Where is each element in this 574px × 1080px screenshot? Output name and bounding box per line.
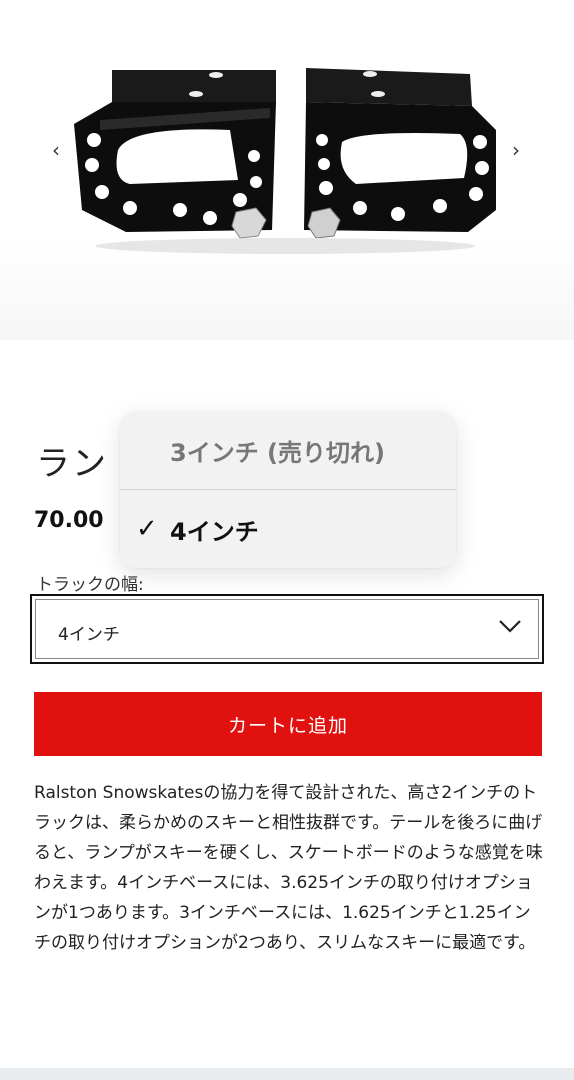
right-bracket-image	[304, 68, 496, 239]
option-4-inch[interactable]: ✓ 4インチ	[120, 490, 456, 568]
chevron-left-icon[interactable]: ‹	[52, 138, 60, 162]
chevron-right-icon[interactable]: ›	[512, 138, 520, 162]
track-width-label: トラックの幅:	[36, 575, 144, 595]
select-value: 4インチ	[58, 625, 120, 645]
bottom-bar	[0, 1068, 574, 1080]
product-gallery: ‹ ›	[0, 0, 574, 340]
option-label: 3インチ (売り切れ)	[170, 439, 385, 467]
product-description: Ralston Snowskatesの協力を得て設計された、高さ2インチのトラッ…	[34, 783, 543, 953]
track-width-options-popover: 3インチ (売り切れ) ✓ 4インチ	[120, 412, 456, 568]
checkmark-icon: ✓	[136, 514, 158, 544]
option-label: 4インチ	[170, 517, 259, 546]
product-title: ラン	[36, 444, 108, 484]
add-to-cart-button[interactable]: カートに追加	[34, 692, 542, 756]
track-width-select[interactable]: 4インチ	[30, 594, 544, 664]
product-price: 70.00	[34, 508, 104, 533]
chevron-down-icon	[499, 620, 521, 633]
left-bracket-image	[74, 70, 276, 239]
product-image	[74, 68, 496, 254]
option-3-inch[interactable]: 3インチ (売り切れ)	[120, 412, 456, 490]
